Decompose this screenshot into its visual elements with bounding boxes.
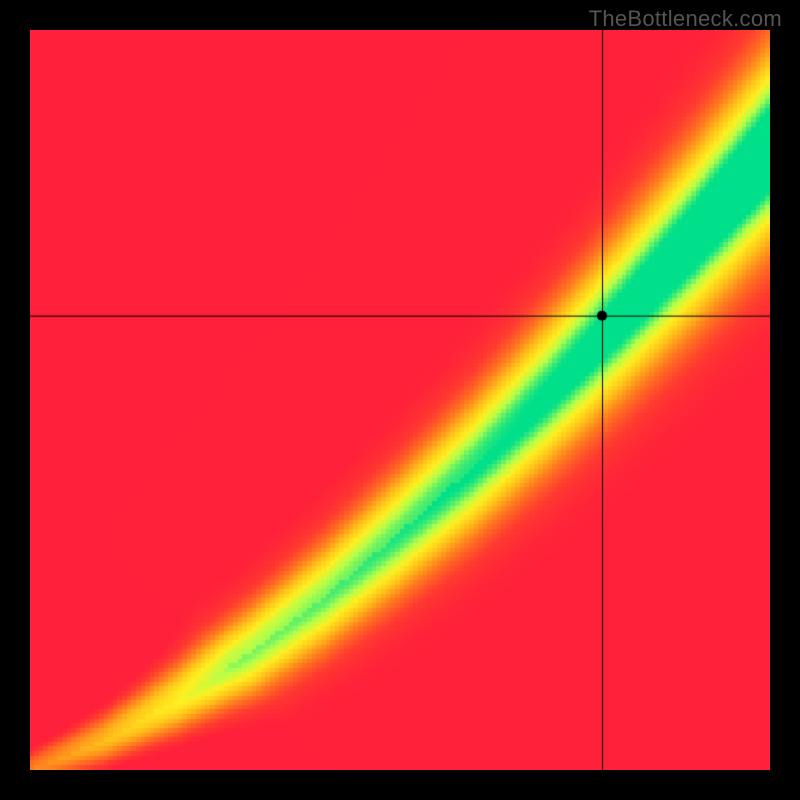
- heatmap-plot: [30, 30, 770, 770]
- chart-frame: TheBottleneck.com: [0, 0, 800, 800]
- heatmap-canvas: [30, 30, 770, 770]
- attribution-label: TheBottleneck.com: [589, 6, 782, 32]
